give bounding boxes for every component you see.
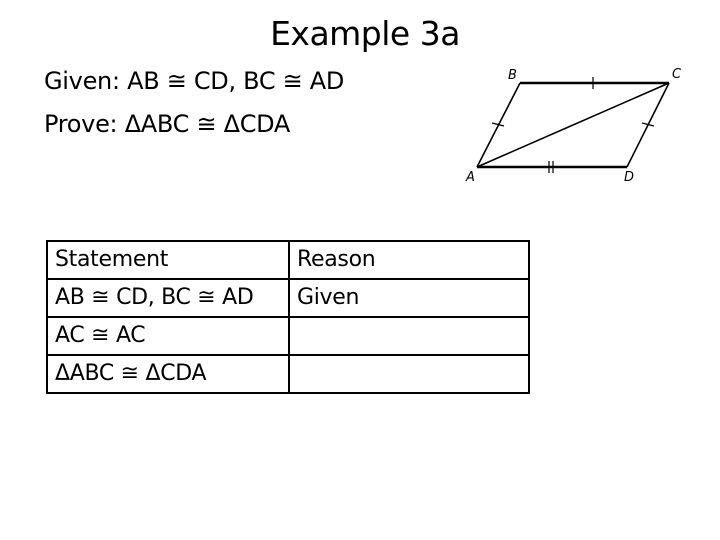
statement-cell: AB ≅ CD, BC ≅ AD xyxy=(46,278,290,318)
vertex-label-b: B xyxy=(508,68,517,83)
header-statement: Statement xyxy=(46,240,290,280)
table-row: AB ≅ CD, BC ≅ AD Given xyxy=(46,278,530,318)
slide-title: Example 3a xyxy=(270,14,460,53)
reason-cell xyxy=(288,354,530,394)
segment-ac xyxy=(476,82,670,168)
tick-mark-ab xyxy=(491,122,505,127)
proof-table: Statement Reason AB ≅ CD, BC ≅ AD Given … xyxy=(46,240,530,394)
table-row: AC ≅ AC xyxy=(46,316,530,356)
header-reason: Reason xyxy=(288,240,530,280)
table-row: ΔABC ≅ ΔCDA xyxy=(46,354,530,394)
vertex-label-d: D xyxy=(624,170,634,185)
reason-cell xyxy=(288,316,530,356)
segment-cd xyxy=(626,82,670,168)
prove-line: Prove: ΔABC ≅ ΔCDA xyxy=(44,110,290,138)
vertex-label-c: C xyxy=(672,67,682,82)
given-line: Given: AB ≅ CD, BC ≅ AD xyxy=(44,67,344,95)
table-header-row: Statement Reason xyxy=(46,240,530,280)
given-label: Given: xyxy=(44,67,120,95)
statement-cell: ΔABC ≅ ΔCDA xyxy=(46,354,290,394)
vertex-label-a: A xyxy=(465,170,475,185)
prove-label: Prove: xyxy=(44,110,118,138)
given-text: AB ≅ CD, BC ≅ AD xyxy=(127,67,345,95)
statement-cell: AC ≅ AC xyxy=(46,316,290,356)
tick-mark-cd xyxy=(641,122,655,127)
segment-ab xyxy=(476,82,521,168)
prove-text: ΔABC ≅ ΔCDA xyxy=(124,110,291,138)
reason-cell: Given xyxy=(288,278,530,318)
